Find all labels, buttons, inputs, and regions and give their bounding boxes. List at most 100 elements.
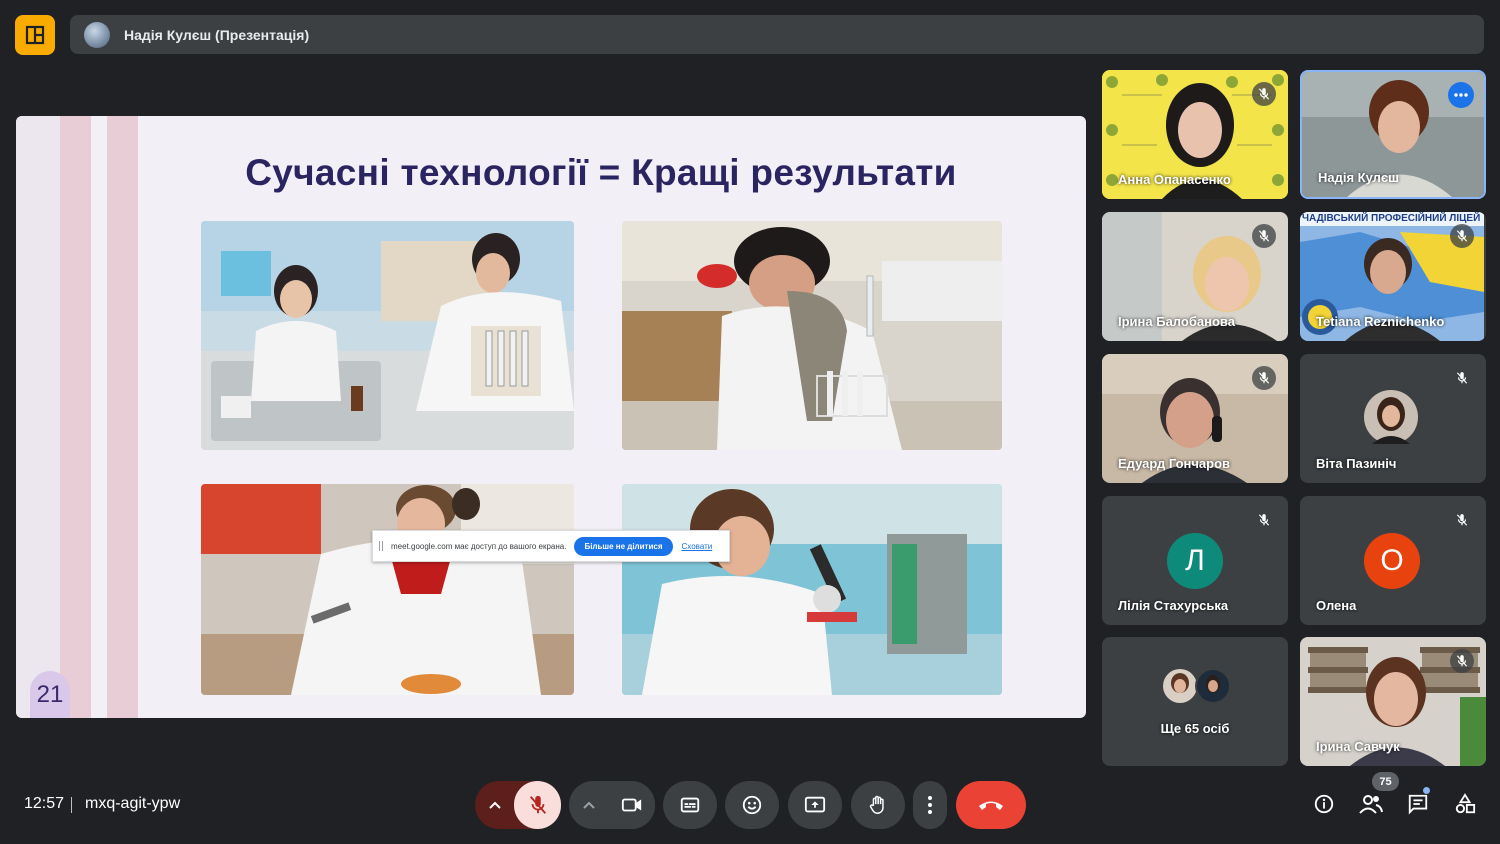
people-count-badge: 75 — [1372, 772, 1399, 791]
participant-tile[interactable]: Ірина Савчук — [1300, 637, 1486, 766]
mic-control-group — [475, 781, 561, 829]
presentation-slide: Сучасні технології = Кращі результати 21 — [16, 116, 1086, 718]
participant-name: Лілія Стахурська — [1118, 598, 1229, 613]
hand-icon — [869, 795, 884, 814]
mic-off-badge — [1450, 508, 1474, 532]
chat-notification-dot — [1423, 787, 1430, 794]
participant-tile-active-speaker[interactable]: Надія Кулєш — [1300, 70, 1486, 199]
clock: 12:57 — [24, 795, 65, 812]
slide-number: 21 — [30, 671, 70, 718]
app-logo-icon — [25, 25, 45, 45]
mic-off-badge — [1252, 366, 1276, 390]
lab-photo-image — [622, 221, 1002, 450]
stop-sharing-button[interactable]: Більше не ділитися — [574, 536, 673, 556]
participant-tile[interactable]: Анна Опанасенко — [1102, 70, 1288, 199]
chat-button[interactable] — [1406, 792, 1430, 816]
emoji-icon — [742, 795, 762, 815]
mic-off-icon — [1456, 655, 1468, 667]
mic-off-icon — [1258, 514, 1270, 526]
participant-tile[interactable]: О Олена — [1300, 496, 1486, 625]
participant-avatar-photo — [1364, 390, 1418, 444]
tile-banner-text: ЧАДІВСЬКИЙ ПРОФЕСІЙНИЙ ЛІЦЕЙ — [1300, 212, 1484, 226]
more-horiz-icon — [1454, 93, 1468, 97]
camera-toggle-button[interactable] — [608, 781, 655, 829]
slide-stripe — [107, 116, 138, 718]
activities-icon — [1455, 793, 1476, 814]
mic-off-badge — [1450, 366, 1474, 390]
captions-button[interactable] — [663, 781, 717, 829]
participant-name: Анна Опанасенко — [1118, 172, 1231, 187]
slide-stripe — [16, 116, 60, 718]
mic-off-badge — [1450, 224, 1474, 248]
mic-toggle-button[interactable] — [514, 781, 561, 829]
lab-photo-image — [201, 484, 574, 695]
more-participants-tile[interactable]: Ще 65 осіб — [1102, 637, 1288, 766]
chevron-up-icon — [583, 801, 595, 809]
mic-off-badge — [1252, 82, 1276, 106]
people-icon — [1359, 795, 1383, 814]
call-end-icon — [979, 801, 1003, 810]
camera-control-group — [569, 781, 655, 829]
more-options-button[interactable] — [913, 781, 947, 829]
mic-off-badge — [1450, 649, 1474, 673]
participant-initial-avatar: О — [1364, 533, 1420, 589]
mic-off-icon — [1258, 88, 1270, 100]
captions-icon — [680, 797, 700, 813]
participant-name: Надія Кулєш — [1318, 170, 1399, 185]
chevron-up-icon — [489, 801, 501, 809]
participant-name: Ірина Балобанова — [1118, 314, 1235, 329]
participant-name: Олена — [1316, 598, 1357, 613]
emoji-reactions-button[interactable] — [725, 781, 779, 829]
participant-tile[interactable]: ЧАДІВСЬКИЙ ПРОФЕСІЙНИЙ ЛІЦЕЙ Tetiana Rez… — [1300, 212, 1486, 341]
participant-name: Віта Пазиніч — [1316, 456, 1397, 471]
hide-notice-link[interactable]: Сховати — [682, 542, 713, 551]
info-icon — [1314, 794, 1334, 814]
slide-photo-4 — [622, 484, 1002, 695]
raise-hand-button[interactable] — [851, 781, 905, 829]
slide-photo-2 — [622, 221, 1002, 450]
participant-tile[interactable]: Л Лілія Стахурська — [1102, 496, 1288, 625]
video-options-button[interactable] — [569, 781, 609, 829]
mic-off-icon — [1456, 230, 1468, 242]
mic-off-icon — [1258, 230, 1270, 242]
present-screen-button[interactable] — [788, 781, 842, 829]
participants-avatar-stack — [1163, 668, 1231, 704]
more-vert-icon — [928, 796, 932, 814]
meeting-code[interactable]: mxq-agit-ypw — [85, 795, 180, 813]
lab-photo-image — [201, 221, 574, 450]
participant-name: Tetiana Reznichenko — [1316, 314, 1445, 329]
participant-tile[interactable]: Ірина Балобанова — [1102, 212, 1288, 341]
slide-stripe — [91, 116, 107, 718]
mic-off-icon — [1258, 372, 1270, 384]
slide-title: Сучасні технології = Кращі результати — [245, 152, 957, 193]
app-logo[interactable] — [15, 15, 55, 55]
present-icon — [804, 796, 826, 813]
participant-name: Едуард Гончаров — [1118, 456, 1231, 471]
people-button[interactable] — [1359, 792, 1383, 816]
share-notice-text: meet.google.com має доступ до вашого екр… — [391, 541, 567, 551]
activities-button[interactable] — [1453, 792, 1477, 816]
drag-handle-icon[interactable] — [379, 541, 383, 551]
presenter-avatar — [84, 21, 110, 48]
divider — [71, 797, 72, 813]
camera-icon — [621, 798, 641, 812]
screen-share-notice: meet.google.com має доступ до вашого екр… — [372, 530, 730, 562]
slide-photo-3 — [201, 484, 574, 695]
lab-photo-image — [622, 484, 1002, 695]
mic-off-icon — [1456, 514, 1468, 526]
participant-initial-avatar: Л — [1167, 533, 1223, 589]
leave-call-button[interactable] — [956, 781, 1026, 829]
more-participants-label: Ще 65 осіб — [1160, 721, 1230, 736]
participant-name: Ірина Савчук — [1316, 739, 1400, 754]
mic-off-icon — [529, 795, 546, 814]
participant-tile[interactable]: Віта Пазиніч — [1300, 354, 1486, 483]
mic-off-badge — [1252, 508, 1276, 532]
audio-options-button[interactable] — [475, 781, 515, 829]
meeting-details-button[interactable] — [1312, 792, 1336, 816]
mic-off-icon — [1456, 372, 1468, 384]
presenter-name: Надія Кулєш (Презентація) — [124, 26, 310, 43]
mic-off-badge — [1252, 224, 1276, 248]
more-options-button[interactable] — [1448, 82, 1474, 108]
participant-tile[interactable]: Едуард Гончаров — [1102, 354, 1288, 483]
presenter-bar[interactable]: Надія Кулєш (Презентація) — [70, 15, 1484, 54]
